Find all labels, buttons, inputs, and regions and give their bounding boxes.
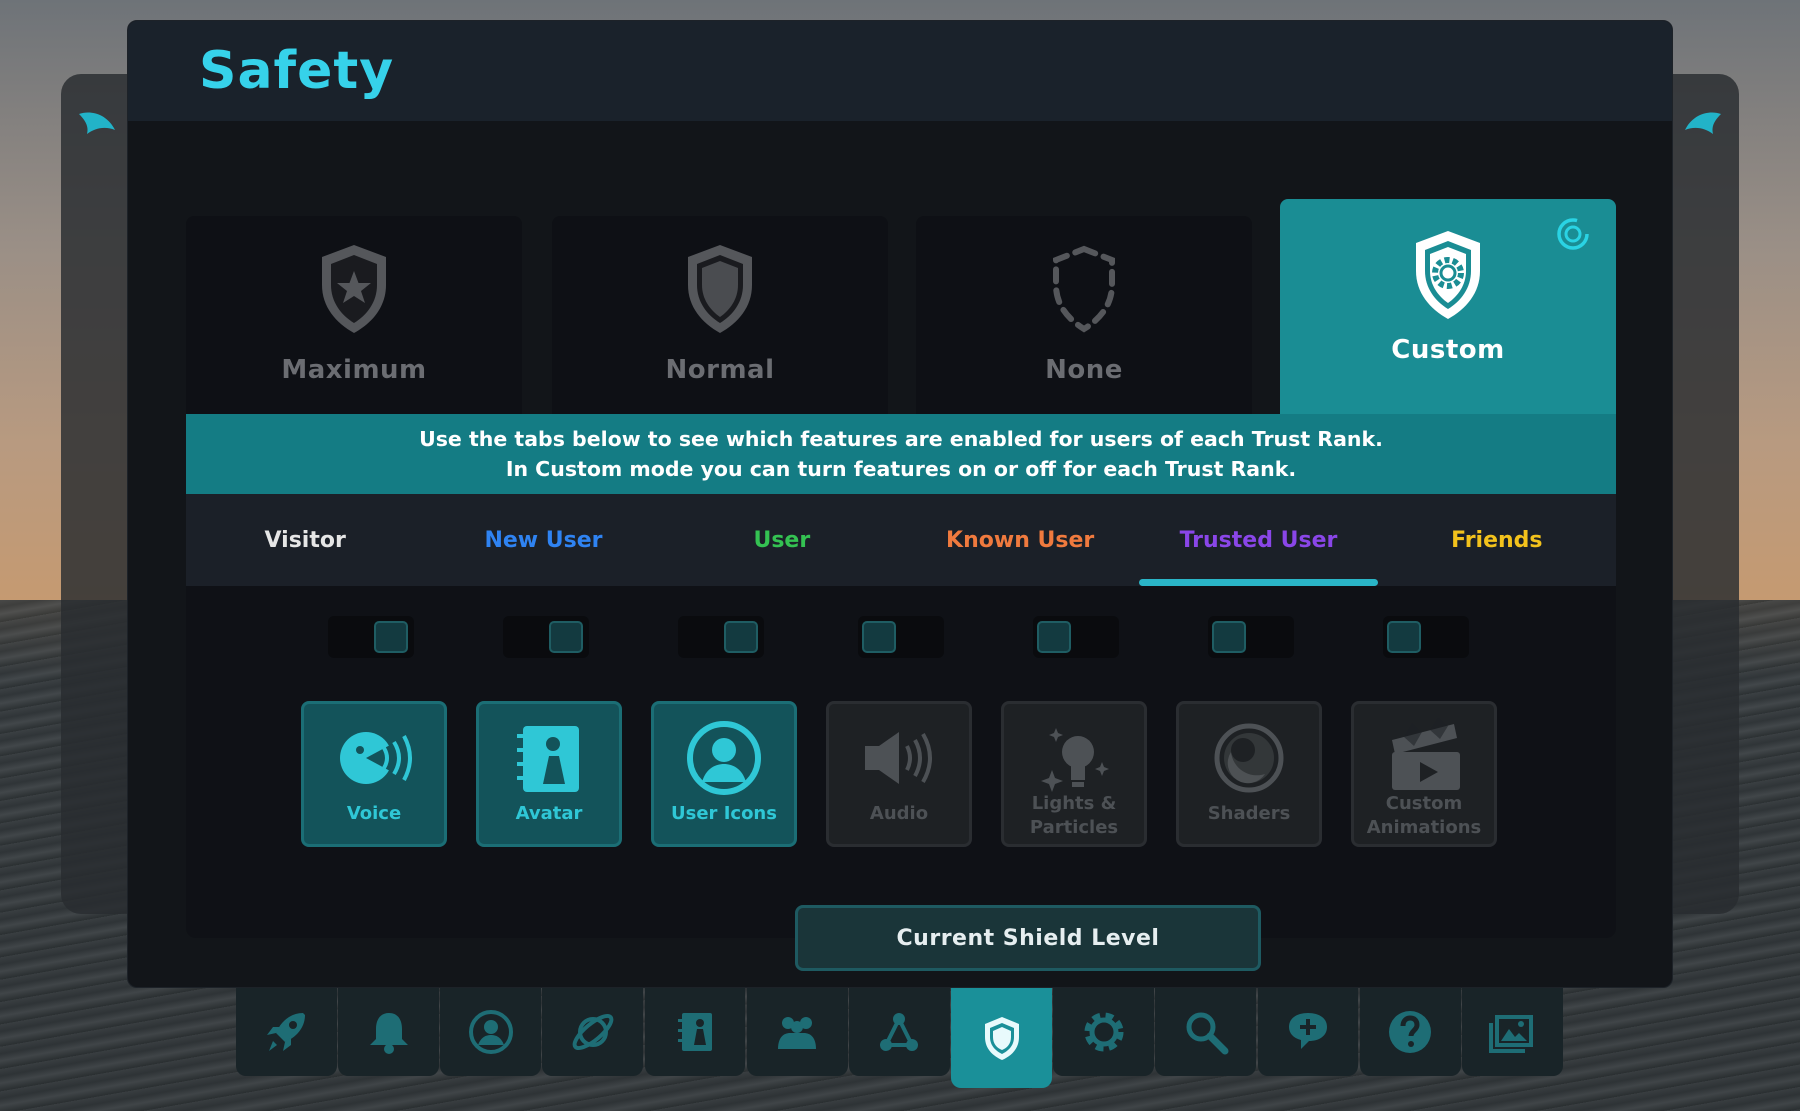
bottom-dock [236,988,1564,1088]
help-icon [1389,1011,1432,1053]
shield-level-label: None [1045,355,1123,385]
feature-label: Avatar [515,803,583,824]
tab-known-user[interactable]: Known User [901,494,1139,586]
dock-notifications[interactable] [338,988,440,1076]
profile-icon [468,1010,513,1054]
toggle-knob [549,621,583,653]
dock-help[interactable] [1359,988,1461,1076]
feature-label: Lights & [1031,793,1117,814]
lights-particles-icon [1041,728,1109,792]
wing-icon [1683,108,1723,138]
shield-gear-icon [1416,231,1480,319]
reset-icon[interactable] [1556,217,1590,251]
window-title: Safety [199,41,395,101]
user-icons-toggle[interactable] [678,616,764,658]
tab-trusted-user[interactable]: Trusted User [1139,494,1378,586]
shield-level-label: Maximum [281,355,427,385]
title-bar: Safety [128,21,1672,121]
custom-animations-tile[interactable]: Custom Animations [1351,701,1497,847]
avatar-toggle[interactable] [503,616,589,658]
custom-animations-icon [1392,718,1460,790]
trust-rank-info-banner: Use the tabs below to see which features… [186,414,1616,494]
info-line-2: In Custom mode you can turn features on … [505,457,1297,481]
avatar-icon [517,726,579,792]
voice-toggle[interactable] [328,616,414,658]
feature-label: Audio [869,803,929,824]
dock-safety[interactable] [951,988,1052,1088]
feature-label: Particles [1029,817,1119,838]
toggle-knob [1212,621,1246,653]
wing-icon [77,108,117,138]
current-shield-level-button[interactable]: Current Shield Level [795,905,1261,971]
shield-level-label: Normal [665,355,775,385]
voice-icon [340,732,412,784]
feature-label: Animations [1366,817,1482,838]
dock-worlds[interactable] [542,988,644,1076]
shield-level-maximum[interactable]: Maximum [186,216,522,414]
dock-settings[interactable] [1053,988,1155,1076]
shield-level-none[interactable]: None [916,216,1252,414]
shaders-icon [1214,723,1284,793]
dock-gallery[interactable] [1461,988,1563,1076]
add-chat-icon [1288,1013,1327,1049]
toggle-knob [724,621,758,653]
safety-shield-icon [984,1017,1019,1060]
shaders-tile[interactable]: Shaders [1176,701,1322,847]
toggle-knob [1387,621,1421,653]
user-icons-tile[interactable]: User Icons [651,701,797,847]
dock-profile[interactable] [440,988,542,1076]
toggle-knob [1037,621,1071,653]
avatar-tile[interactable]: Avatar [476,701,622,847]
dock-search[interactable] [1155,988,1257,1076]
shield-level-selector: Maximum Normal None Custom [186,199,1616,414]
dock-social[interactable] [746,988,848,1076]
toggle-knob [374,621,408,653]
feature-panel: Voice Avatar User Icons Audio Lights & P… [186,586,1616,938]
dock-avatars[interactable] [644,988,746,1076]
search-icon [1186,1012,1229,1055]
audio-tile[interactable]: Audio [826,701,972,847]
network-icon [880,1013,919,1051]
gallery-icon [1489,1015,1534,1053]
voice-tile[interactable]: Voice [301,701,447,847]
shield-dashed-icon [1053,245,1115,333]
feature-label: Shaders [1207,803,1291,824]
shield-level-label: Custom [1391,335,1505,365]
audio-toggle[interactable] [858,616,944,658]
lights-particles-tile[interactable]: Lights & Particles [1001,701,1147,847]
avatar-book-icon [678,1013,713,1051]
shaders-toggle[interactable] [1208,616,1294,658]
audio-icon [865,732,932,784]
shield-level-custom[interactable]: Custom [1280,199,1616,414]
feature-label: User Icons [671,803,777,824]
trust-rank-tabs: Visitor New User User Known User Trusted… [186,494,1616,586]
safety-window: Safety Maximum Normal None Custom Use th… [127,20,1673,988]
tab-user[interactable]: User [663,494,901,586]
lights-particles-toggle[interactable] [1033,616,1119,658]
shield-star-icon [322,245,386,333]
toggle-knob [862,621,896,653]
dock-new-chat[interactable] [1257,988,1359,1076]
planet-icon [572,1013,614,1051]
custom-animations-toggle[interactable] [1383,616,1469,658]
feature-label: Custom [1385,793,1463,814]
shield-icon [688,245,752,333]
gear-icon [1084,1012,1124,1052]
tab-new-user[interactable]: New User [424,494,662,586]
shield-level-normal[interactable]: Normal [552,216,888,414]
dock-groups[interactable] [848,988,950,1076]
dock-launch[interactable] [236,988,337,1076]
tab-visitor[interactable]: Visitor [186,494,424,586]
user-icons-icon [687,721,761,795]
info-line-1: Use the tabs below to see which features… [419,427,1383,451]
tab-friends[interactable]: Friends [1378,494,1616,586]
bell-icon [369,1013,408,1054]
feature-label: Voice [346,803,402,824]
social-icon [778,1017,817,1049]
rocket-icon [267,1013,306,1051]
